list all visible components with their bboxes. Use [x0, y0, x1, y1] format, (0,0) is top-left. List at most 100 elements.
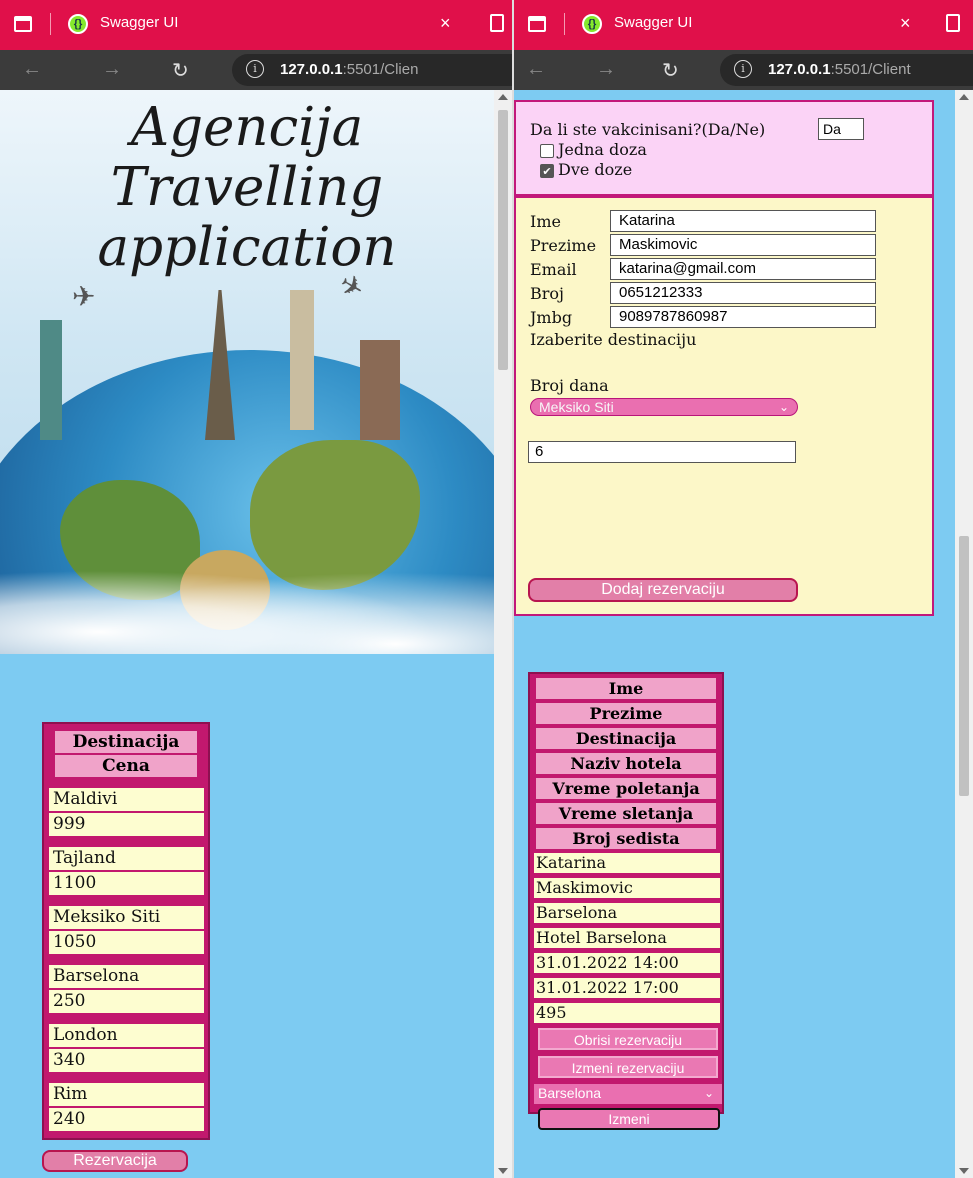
swagger-favicon-icon: {} [68, 14, 88, 34]
table-cell: 31.01.2022 14:00 [534, 953, 720, 973]
url-field[interactable]: i 127.0.0.1:5501/Clien [232, 54, 512, 86]
table-header: Destinacija [55, 731, 197, 753]
phone-input[interactable]: 0651212333 [610, 282, 876, 304]
tab-title[interactable]: Swagger UI [614, 14, 692, 31]
url-field[interactable]: i 127.0.0.1:5501/Client [720, 54, 973, 86]
two-doses-label: Dve doze [558, 160, 633, 179]
tab-separator [564, 13, 565, 35]
tab-title[interactable]: Swagger UI [100, 14, 178, 31]
window-icon[interactable] [528, 16, 546, 32]
apply-edit-button[interactable]: Izmeni [538, 1108, 720, 1130]
chevron-down-icon: ⌄ [778, 400, 789, 414]
single-dose-checkbox[interactable] [540, 144, 554, 158]
table-cell: Maskimovic [534, 878, 720, 898]
table-header: Vreme poletanja [536, 778, 716, 799]
edit-destination-select[interactable]: Barselona ⌄ [534, 1084, 722, 1104]
new-tab-icon[interactable] [946, 14, 960, 32]
url-host: 127.0.0.1 [768, 61, 831, 78]
site-info-icon[interactable]: i [246, 60, 264, 78]
address-bar: ← → ↻ i 127.0.0.1:5501/Client [514, 50, 973, 90]
destinations-table: Destinacija Cena Maldivi 999 Tajland 110… [42, 722, 210, 1140]
new-tab-icon[interactable] [490, 14, 504, 32]
last-name-input[interactable]: Maskimovic [610, 234, 876, 256]
statue-of-liberty-icon [40, 320, 62, 440]
title-line: application [97, 217, 397, 278]
table-cell: 340 [49, 1049, 204, 1072]
table-cell: Tajland [49, 847, 204, 870]
tab-bar: {} Swagger UI × [0, 0, 512, 50]
table-cell: 999 [49, 813, 204, 836]
table-cell: 31.01.2022 17:00 [534, 978, 720, 998]
left-browser-window: {} Swagger UI × ← → ↻ i 127.0.0.1:5501/C… [0, 0, 512, 1178]
destination-label: Izaberite destinaciju [530, 330, 697, 349]
table-header: Prezime [536, 703, 716, 724]
table-cell: London [49, 1024, 204, 1047]
edit-reservation-button[interactable]: Izmeni rezervaciju [538, 1056, 718, 1078]
scroll-up-icon[interactable] [959, 94, 969, 100]
first-name-input[interactable]: Katarina [610, 210, 876, 232]
table-cell: Barselona [534, 903, 720, 923]
clouds [0, 560, 494, 654]
url-path: :5501/Client [830, 61, 911, 78]
table-cell: 495 [534, 1003, 720, 1023]
close-tab-icon[interactable]: × [900, 13, 911, 34]
jmbg-label: Jmbg [530, 308, 573, 327]
delete-reservation-button[interactable]: Obrisi rezervaciju [538, 1028, 718, 1050]
add-reservation-button[interactable]: Dodaj rezervaciju [528, 578, 798, 602]
table-cell: Katarina [534, 853, 720, 873]
swagger-favicon-icon: {} [582, 14, 602, 34]
phone-label: Broj [530, 284, 564, 303]
airplane-icon: ✈ [72, 280, 96, 313]
first-name-label: Ime [530, 212, 561, 231]
forward-arrow-icon[interactable]: → [596, 58, 616, 81]
table-cell: 250 [49, 990, 204, 1013]
vaccination-section: Da li ste vakcinisani?(Da/Ne) Da Jedna d… [514, 100, 934, 196]
hero-banner: ✈ ✈ Agencija Travelling application [0, 90, 494, 654]
table-cell: Hotel Barselona [534, 928, 720, 948]
forward-arrow-icon[interactable]: → [102, 58, 122, 81]
reload-icon[interactable]: ↻ [172, 58, 189, 83]
single-dose-label: Jedna doza [558, 140, 647, 159]
table-header: Naziv hotela [536, 753, 716, 774]
site-info-icon[interactable]: i [734, 60, 752, 78]
address-bar: ← → ↻ i 127.0.0.1:5501/Clien [0, 50, 512, 90]
close-tab-icon[interactable]: × [440, 13, 451, 34]
table-cell: Maldivi [49, 788, 204, 811]
scrollbar[interactable] [955, 90, 973, 1178]
reservation-button[interactable]: Rezervacija [42, 1150, 188, 1172]
vaccination-question: Da li ste vakcinisani?(Da/Ne) [530, 120, 766, 139]
url-host: 127.0.0.1 [280, 61, 343, 78]
reservation-form: Ime Katarina Prezime Maskimovic Email ka… [514, 196, 934, 616]
back-arrow-icon[interactable]: ← [526, 58, 546, 81]
reservation-table: Ime Prezime Destinacija Naziv hotela Vre… [528, 672, 724, 1130]
scroll-down-icon[interactable] [498, 1168, 508, 1174]
url-text: 127.0.0.1:5501/Client [768, 61, 911, 78]
days-input[interactable]: 6 [528, 441, 796, 463]
two-doses-checkbox[interactable]: ✔ [540, 164, 554, 178]
scroll-up-icon[interactable] [498, 94, 508, 100]
scroll-down-icon[interactable] [959, 1168, 969, 1174]
title-line: Travelling [110, 157, 384, 218]
vaccination-answer-input[interactable]: Da [818, 118, 864, 140]
back-arrow-icon[interactable]: ← [22, 58, 42, 81]
url-text: 127.0.0.1:5501/Clien [280, 61, 418, 78]
tab-separator [50, 13, 51, 35]
edit-destination-value: Barselona [538, 1085, 602, 1101]
title-line: Agencija [130, 97, 364, 158]
scrollbar[interactable] [494, 90, 512, 1178]
scroll-thumb[interactable] [959, 536, 969, 796]
table-cell: Barselona [49, 965, 204, 988]
last-name-label: Prezime [530, 236, 597, 255]
destination-select[interactable]: Meksiko Siti ⌄ [530, 398, 798, 416]
table-header: Vreme sletanja [536, 803, 716, 824]
reload-icon[interactable]: ↻ [662, 58, 679, 83]
scroll-thumb[interactable] [498, 110, 508, 370]
jmbg-input[interactable]: 9089787860987 [610, 306, 876, 328]
window-icon[interactable] [14, 16, 32, 32]
landmark-icon [360, 340, 400, 440]
table-cell: Meksiko Siti [49, 906, 204, 929]
table-cell: 240 [49, 1108, 204, 1131]
table-header: Ime [536, 678, 716, 699]
email-input[interactable]: katarina@gmail.com [610, 258, 876, 280]
table-header: Broj sedista [536, 828, 716, 849]
